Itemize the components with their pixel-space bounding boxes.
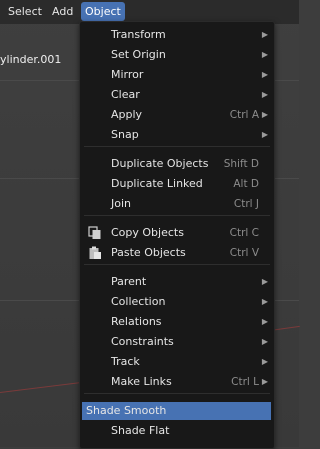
menu-item-label: Paste Objects (111, 246, 186, 259)
menu-add[interactable]: Add (48, 2, 77, 21)
submenu-arrow-icon: ▶ (261, 70, 268, 79)
menu-item-shortcut: Ctrl J (233, 198, 259, 210)
submenu-arrow-icon: ▶ (261, 130, 268, 139)
active-object-name: ylinder.001 (0, 53, 62, 66)
menu-item-shade-smooth[interactable]: Shade Smooth (82, 402, 271, 420)
menu-item-make-links[interactable]: Make Links Ctrl L ▶ (82, 373, 271, 391)
menu-item-label: Constraints (111, 335, 174, 348)
menu-item-label: Set Origin (111, 48, 166, 61)
submenu-arrow-icon: ▶ (261, 110, 268, 119)
submenu-arrow-icon: ▶ (261, 317, 268, 326)
submenu-arrow-icon: ▶ (261, 50, 268, 59)
menu-item-transform[interactable]: Transform ▶ (82, 26, 271, 44)
menu-item-copy-objects[interactable]: Copy Objects Ctrl C (82, 224, 271, 242)
menu-object[interactable]: Object (81, 2, 125, 21)
menu-item-join[interactable]: Join Ctrl J (82, 195, 271, 213)
menu-item-label: Collection (111, 295, 166, 308)
menu-item-label: Make Links (111, 375, 172, 388)
submenu-arrow-icon: ▶ (261, 90, 268, 99)
menu-item-shortcut: Ctrl L (231, 376, 259, 388)
menu-item-constraints[interactable]: Constraints ▶ (82, 333, 271, 351)
menu-item-clear[interactable]: Clear ▶ (82, 86, 271, 104)
submenu-arrow-icon: ▶ (261, 337, 268, 346)
menu-item-mirror[interactable]: Mirror ▶ (82, 66, 271, 84)
menu-item-label: Join (111, 197, 132, 210)
menu-item-label: Duplicate Linked (111, 177, 203, 190)
menu-item-label: Shade Smooth (86, 404, 167, 417)
menu-item-duplicate-objects[interactable]: Duplicate Objects Shift D (82, 155, 271, 173)
submenu-arrow-icon: ▶ (261, 377, 268, 386)
copy-icon (88, 226, 102, 240)
menu-separator (84, 146, 270, 147)
submenu-arrow-icon: ▶ (261, 297, 268, 306)
menu-item-label: Copy Objects (111, 226, 184, 239)
object-menu-dropdown: Transform ▶ Set Origin ▶ Mirror ▶ Clear ▶ Apply C… (79, 21, 275, 449)
menu-item-label: Snap (111, 128, 139, 141)
menu-item-snap[interactable]: Snap ▶ (82, 126, 271, 144)
menu-separator (84, 393, 270, 394)
menu-item-label: Parent (111, 275, 147, 288)
submenu-arrow-icon: ▶ (261, 30, 268, 39)
menu-item-label: Shade Flat (111, 424, 170, 437)
menu-item-shade-flat[interactable]: Shade Flat (82, 422, 271, 440)
menu-select[interactable]: Select (4, 2, 46, 21)
menu-item-label: Transform (111, 28, 166, 41)
menu-item-shortcut: Ctrl A (229, 109, 259, 121)
menu-item-relations[interactable]: Relations ▶ (82, 313, 271, 331)
menu-item-label: Clear (111, 88, 140, 101)
menu-item-label: Duplicate Objects (111, 157, 209, 170)
menu-item-track[interactable]: Track ▶ (82, 353, 271, 371)
submenu-arrow-icon: ▶ (261, 277, 268, 286)
menu-item-shortcut: Alt D (233, 178, 259, 190)
submenu-arrow-icon: ▶ (261, 357, 268, 366)
menu-item-label: Track (111, 355, 140, 368)
menu-item-label: Apply (111, 108, 143, 121)
x-axis-line (0, 381, 90, 393)
menu-item-label: Relations (111, 315, 162, 328)
menu-item-duplicate-linked[interactable]: Duplicate Linked Alt D (82, 175, 271, 193)
paste-icon (88, 246, 102, 260)
menu-separator (84, 215, 270, 216)
menu-item-apply[interactable]: Apply Ctrl A ▶ (82, 106, 271, 124)
menu-item-shortcut: Ctrl C (229, 227, 259, 239)
menu-item-shortcut: Shift D (223, 158, 259, 170)
menu-separator (84, 264, 270, 265)
menu-item-label: Mirror (111, 68, 144, 81)
menu-item-set-origin[interactable]: Set Origin ▶ (82, 46, 271, 64)
menu-item-collection[interactable]: Collection ▶ (82, 293, 271, 311)
menu-item-parent[interactable]: Parent ▶ (82, 273, 271, 291)
menu-item-paste-objects[interactable]: Paste Objects Ctrl V (82, 244, 271, 262)
menu-item-shortcut: Ctrl V (229, 247, 259, 259)
